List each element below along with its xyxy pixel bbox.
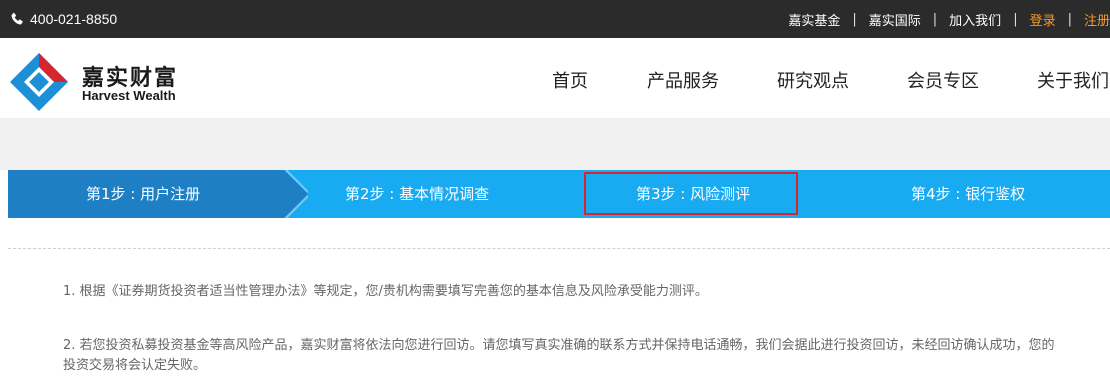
step-progress-bar: 第1步 : 用户注册 第2步 : 基本情况调查 第3步 : 风险测评 第4步 :… bbox=[8, 170, 1110, 218]
top-link-join-us[interactable]: 加入我们 bbox=[949, 10, 1001, 29]
notice-paragraph-1: 1. 根据《证券期货投资者适当性管理办法》等规定，您/贵机构需要填写完善您的基本… bbox=[63, 284, 708, 299]
content-area: 1. 根据《证券期货投资者适当性管理办法》等规定，您/贵机构需要填写完善您的基本… bbox=[8, 218, 1110, 391]
logo[interactable]: 嘉实财富 Harvest Wealth bbox=[8, 48, 188, 111]
top-link-harvest-fund[interactable]: 嘉实基金 bbox=[788, 10, 840, 29]
current-step-highlight bbox=[584, 172, 798, 215]
notice-paragraph-2: 2. 若您投资私募投资基金等高风险产品，嘉实财富将依法向您进行回访。请您填写真实… bbox=[63, 338, 1055, 373]
link-separator: | bbox=[1067, 11, 1072, 27]
link-separator: | bbox=[932, 11, 938, 27]
nav-item-home[interactable]: 首页 bbox=[552, 67, 588, 93]
step-4-label: 第4步 : 银行鉴权 bbox=[911, 185, 1026, 203]
phone-number: 400-021-8850 bbox=[30, 11, 118, 27]
nav-item-about[interactable]: 关于我们 bbox=[1037, 67, 1109, 93]
step-1-label: 第1步 : 用户注册 bbox=[86, 185, 201, 203]
phone-icon bbox=[11, 12, 23, 25]
site-header: 嘉实财富 Harvest Wealth 首页 产品服务 研究观点 会员专区 关于… bbox=[0, 38, 1110, 118]
top-bar: 400-021-8850 嘉实基金 | 嘉实国际 | 加入我们 | 登录 | 注册 bbox=[0, 0, 1110, 38]
logo-mark-icon bbox=[10, 53, 68, 111]
nav-item-research[interactable]: 研究观点 bbox=[777, 67, 849, 93]
nav-item-products[interactable]: 产品服务 bbox=[647, 67, 719, 93]
nav-item-members[interactable]: 会员专区 bbox=[907, 67, 979, 93]
register-link[interactable]: 注册 bbox=[1084, 10, 1110, 29]
logo-title-en: Harvest Wealth bbox=[82, 88, 176, 103]
login-link[interactable]: 登录 bbox=[1030, 10, 1056, 29]
top-links: 嘉实基金 | 嘉实国际 | 加入我们 | 登录 | 注册 bbox=[788, 0, 1110, 38]
link-separator: | bbox=[852, 11, 857, 27]
top-link-harvest-intl[interactable]: 嘉实国际 bbox=[869, 10, 921, 29]
phone-contact: 400-021-8850 bbox=[10, 0, 117, 38]
link-separator: | bbox=[1013, 11, 1018, 27]
step-2-label: 第2步 : 基本情况调查 bbox=[345, 185, 490, 203]
grey-band bbox=[0, 118, 1110, 170]
dashed-divider bbox=[8, 248, 1110, 249]
